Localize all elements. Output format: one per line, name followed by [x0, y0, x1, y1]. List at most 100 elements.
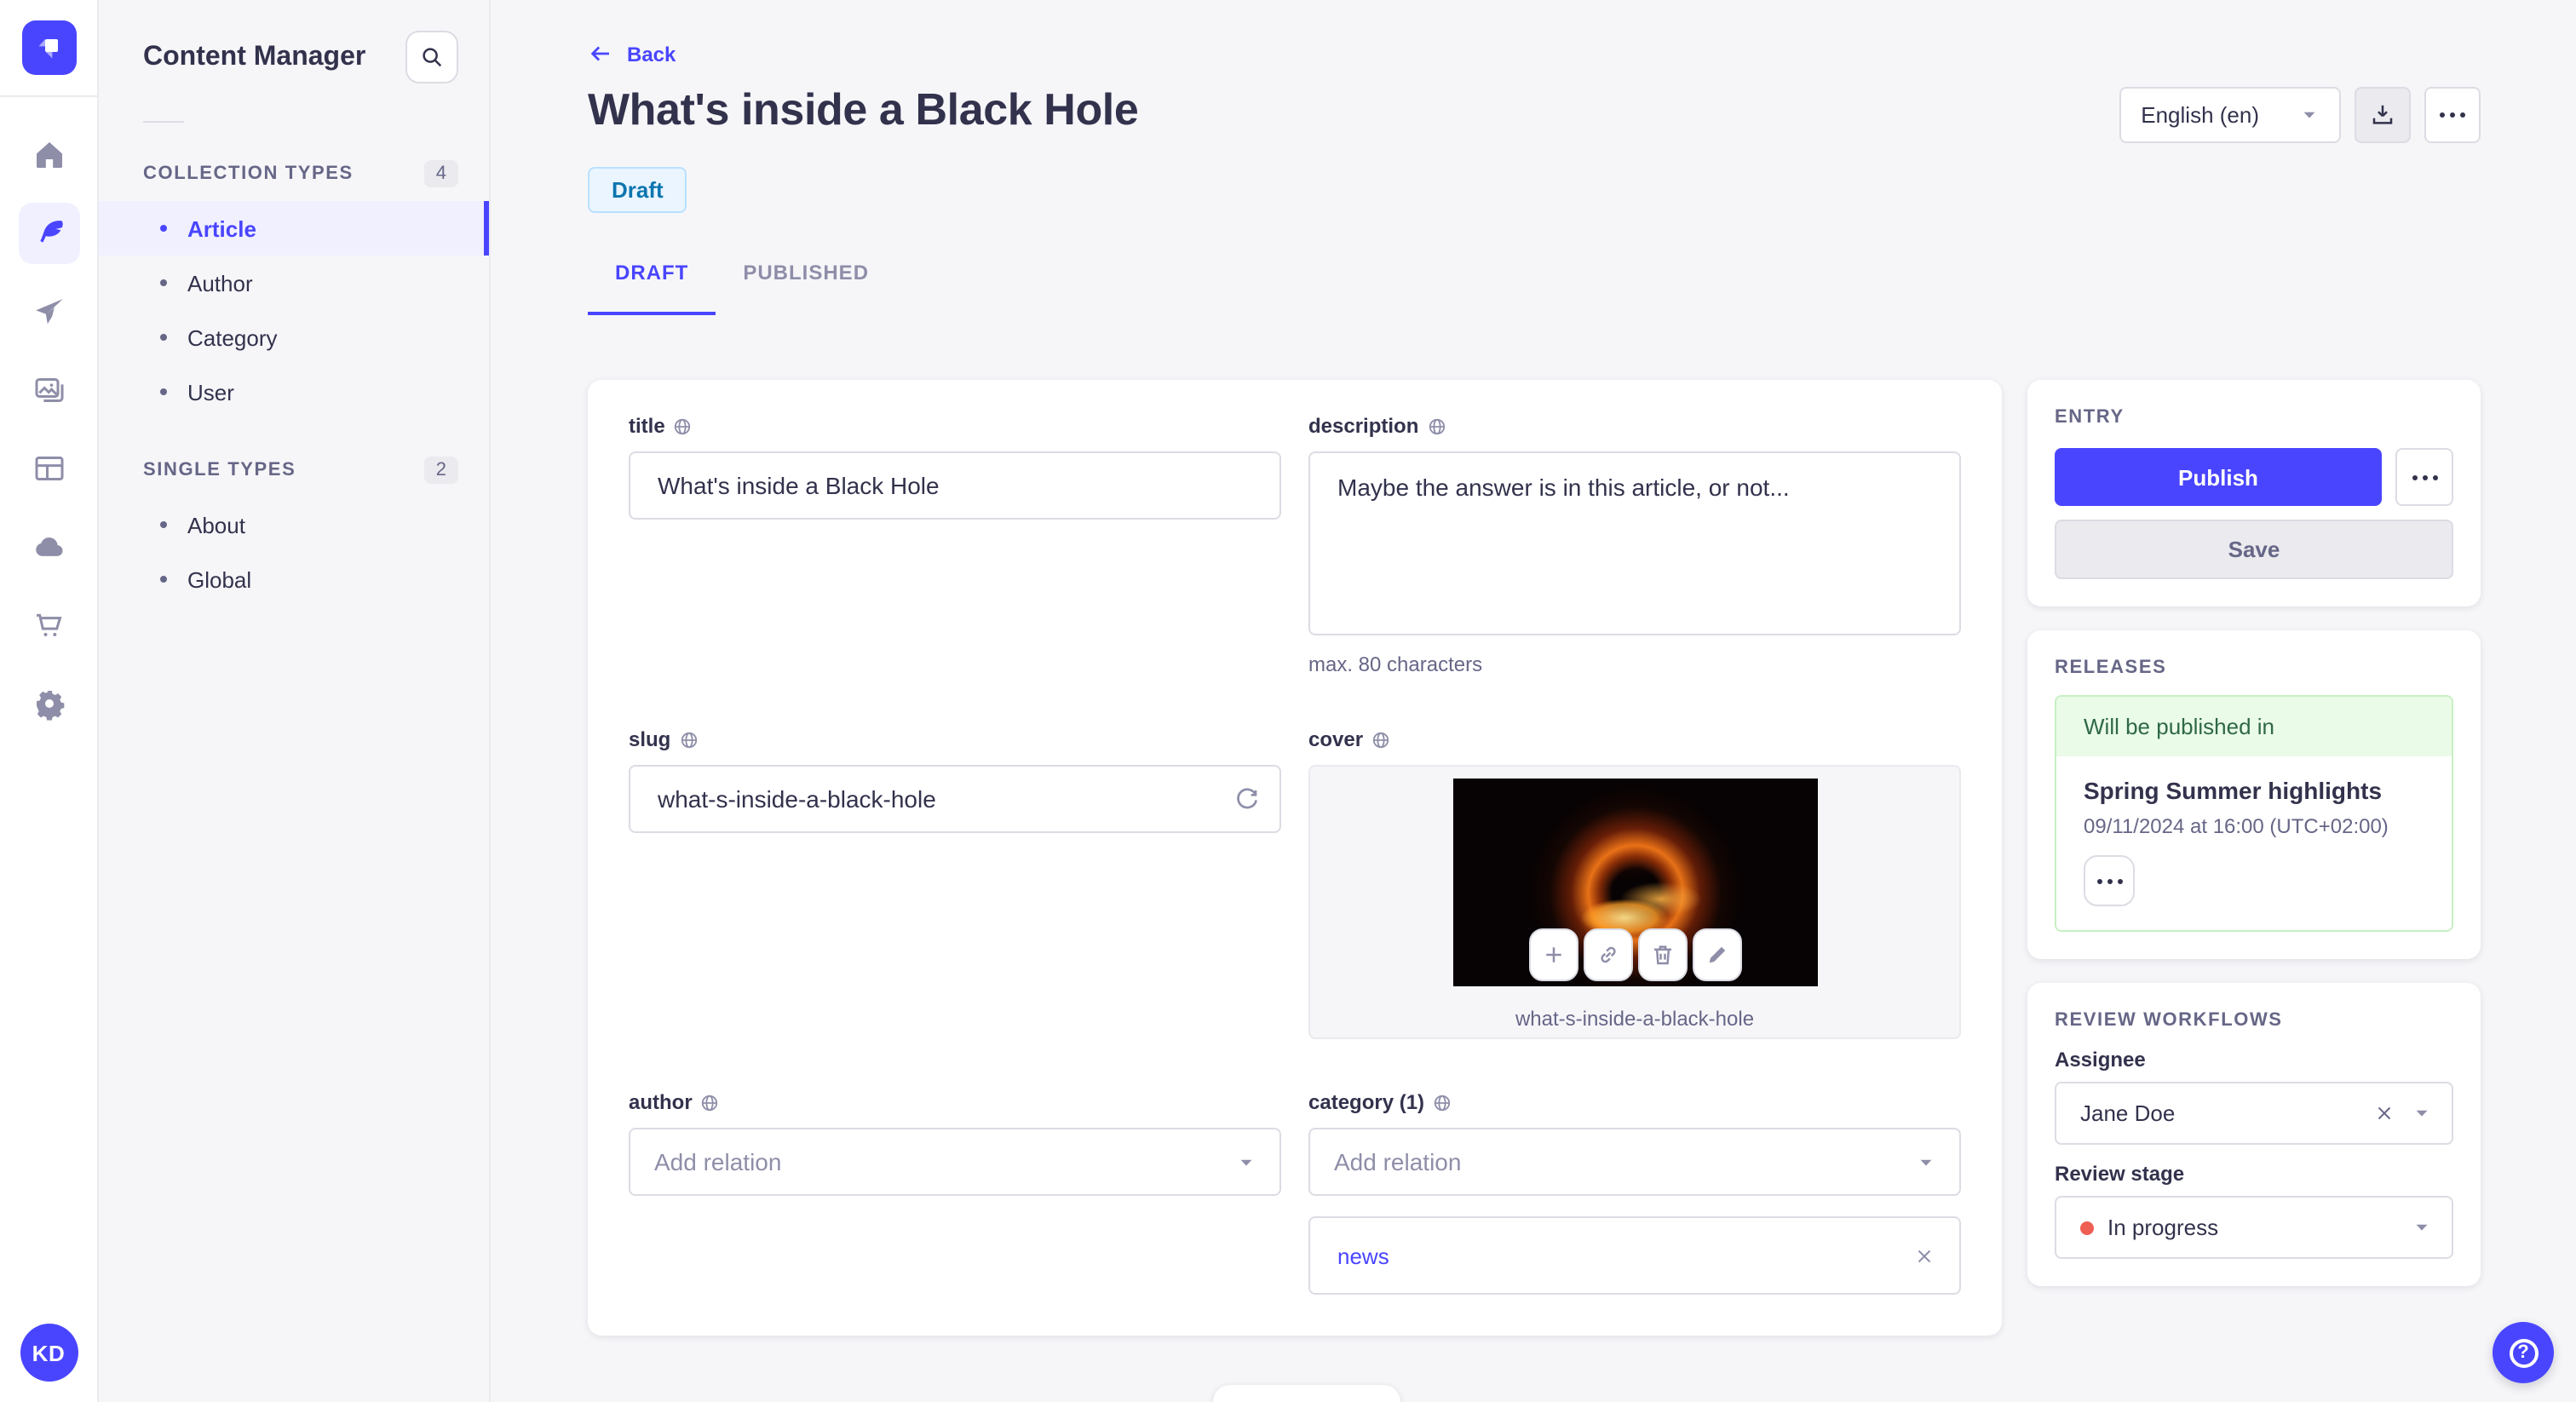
- cart-icon[interactable]: [18, 595, 79, 656]
- assignee-value: Jane Doe: [2080, 1100, 2176, 1126]
- version-tabs: DRAFT PUBLISHED: [588, 250, 2481, 315]
- bullet-icon: [160, 388, 167, 395]
- description-field-label: description: [1308, 414, 1419, 438]
- review-workflows-heading: REVIEW WORKFLOWS: [2055, 1010, 2283, 1031]
- author-field-label: author: [629, 1090, 693, 1114]
- sidebar-item-label: Global: [187, 566, 252, 592]
- header-more-button[interactable]: [2424, 87, 2481, 143]
- review-stage-select[interactable]: In progress: [2055, 1196, 2453, 1259]
- back-label: Back: [627, 42, 676, 66]
- feather-icon[interactable]: [18, 203, 79, 264]
- collection-types-count-badge: 4: [423, 160, 458, 187]
- cloud-icon[interactable]: [18, 516, 79, 577]
- bullet-icon: [160, 576, 167, 583]
- tab-published[interactable]: PUBLISHED: [716, 250, 896, 315]
- field-author: author Add relation: [629, 1090, 1281, 1295]
- sidebar-item-about[interactable]: About: [99, 497, 489, 552]
- locale-select[interactable]: English (en): [2119, 87, 2341, 143]
- description-textarea[interactable]: [1308, 451, 1961, 635]
- sidebar-item-label: Author: [187, 270, 253, 296]
- subnav-title: Content Manager: [143, 42, 366, 71]
- layout-icon[interactable]: [18, 438, 79, 499]
- help-button[interactable]: ?: [2493, 1322, 2554, 1383]
- entry-more-button[interactable]: [2395, 448, 2453, 506]
- home-icon[interactable]: [18, 124, 79, 186]
- chevron-down-icon: [1237, 1152, 1256, 1171]
- gear-icon[interactable]: [18, 673, 79, 734]
- link-icon[interactable]: [1583, 928, 1632, 981]
- tab-draft[interactable]: DRAFT: [588, 250, 716, 315]
- chevron-down-icon: [2412, 1218, 2431, 1237]
- main-content: Back What's inside a Black Hole English …: [491, 0, 2576, 1402]
- publish-button[interactable]: Publish: [2055, 448, 2382, 506]
- ellipsis-icon: [2096, 878, 2122, 883]
- globe-icon: [679, 730, 698, 749]
- sidebar-item-author[interactable]: Author: [99, 256, 489, 310]
- delete-icon[interactable]: [1637, 928, 1687, 981]
- locale-selected-value: English (en): [2141, 102, 2259, 128]
- bullet-icon: [160, 225, 167, 232]
- slug-input[interactable]: [629, 765, 1281, 833]
- assignee-select[interactable]: Jane Doe: [2055, 1082, 2453, 1145]
- export-button[interactable]: [2355, 87, 2411, 143]
- release-date: 09/11/2024 at 16:00 (UTC+02:00): [2084, 814, 2389, 838]
- nav-rail: KD: [0, 0, 99, 1402]
- strapi-logo[interactable]: [21, 20, 76, 75]
- sidebar-item-article[interactable]: Article: [99, 201, 489, 256]
- bullet-icon: [160, 279, 167, 286]
- edit-icon[interactable]: [1692, 928, 1741, 981]
- section-label-single-types: SINGLE TYPES: [143, 460, 296, 480]
- globe-icon: [701, 1093, 720, 1112]
- releases-panel-heading: RELEASES: [2055, 658, 2167, 678]
- close-icon[interactable]: [1913, 1244, 1935, 1267]
- add-icon[interactable]: [1528, 928, 1578, 981]
- sidebar-item-label: Category: [187, 325, 278, 350]
- subnav: Content Manager COLLECTION TYPES 4 Artic…: [99, 0, 491, 1402]
- releases-panel: RELEASES Will be published in Spring Sum…: [2027, 630, 2481, 959]
- sidebar-item-label: About: [187, 512, 245, 537]
- globe-icon: [1427, 417, 1446, 435]
- scroll-peek-pill[interactable]: [1213, 1385, 1400, 1402]
- status-badge: Draft: [588, 167, 687, 213]
- side-column: ENTRY Publish Save RELEASES Will be publ…: [2027, 380, 2481, 1286]
- sidebar-item-user[interactable]: User: [99, 365, 489, 419]
- search-button[interactable]: [405, 31, 458, 83]
- globe-icon: [1433, 1093, 1452, 1112]
- entry-panel-heading: ENTRY: [2055, 407, 2125, 428]
- cover-caption: what-s-inside-a-black-hole: [1515, 1007, 1755, 1031]
- send-icon[interactable]: [18, 281, 79, 342]
- author-placeholder: Add relation: [654, 1148, 782, 1175]
- bullet-icon: [160, 521, 167, 528]
- save-button[interactable]: Save: [2055, 520, 2453, 579]
- back-link[interactable]: Back: [588, 41, 676, 66]
- category-tag-news[interactable]: news: [1337, 1243, 1913, 1268]
- slug-field-label: slug: [629, 727, 671, 751]
- chevron-down-icon: [1917, 1152, 1935, 1171]
- avatar[interactable]: KD: [20, 1324, 78, 1382]
- category-field-label: category (1): [1308, 1090, 1425, 1114]
- stage-value: In progress: [2107, 1215, 2219, 1240]
- question-icon: ?: [2509, 1338, 2538, 1367]
- sidebar-item-category[interactable]: Category: [99, 310, 489, 365]
- release-name[interactable]: Spring Summer highlights: [2084, 777, 2424, 804]
- cover-field-label: cover: [1308, 727, 1364, 751]
- search-icon: [419, 44, 445, 70]
- entry-panel: ENTRY Publish Save: [2027, 380, 2481, 606]
- category-relation-select[interactable]: Add relation: [1308, 1128, 1961, 1196]
- chevron-down-icon: [2412, 1104, 2431, 1123]
- review-stage-label: Review stage: [2055, 1162, 2185, 1186]
- author-relation-select[interactable]: Add relation: [629, 1128, 1281, 1196]
- title-input[interactable]: [629, 451, 1281, 520]
- sidebar-item-label: Article: [187, 215, 256, 241]
- clear-icon[interactable]: [2373, 1102, 2395, 1124]
- ellipsis-icon: [2440, 112, 2465, 118]
- title-field-label: title: [629, 414, 665, 438]
- description-hint: max. 80 characters: [1308, 652, 1483, 676]
- assignee-label: Assignee: [2055, 1048, 2146, 1072]
- sidebar-item-global[interactable]: Global: [99, 552, 489, 606]
- field-cover: cover what-s-inside-a-black-hole: [1308, 727, 1961, 1039]
- regenerate-icon[interactable]: [1233, 785, 1261, 813]
- category-placeholder: Add relation: [1334, 1148, 1462, 1175]
- media-icon[interactable]: [18, 359, 79, 421]
- release-more-button[interactable]: [2084, 855, 2135, 906]
